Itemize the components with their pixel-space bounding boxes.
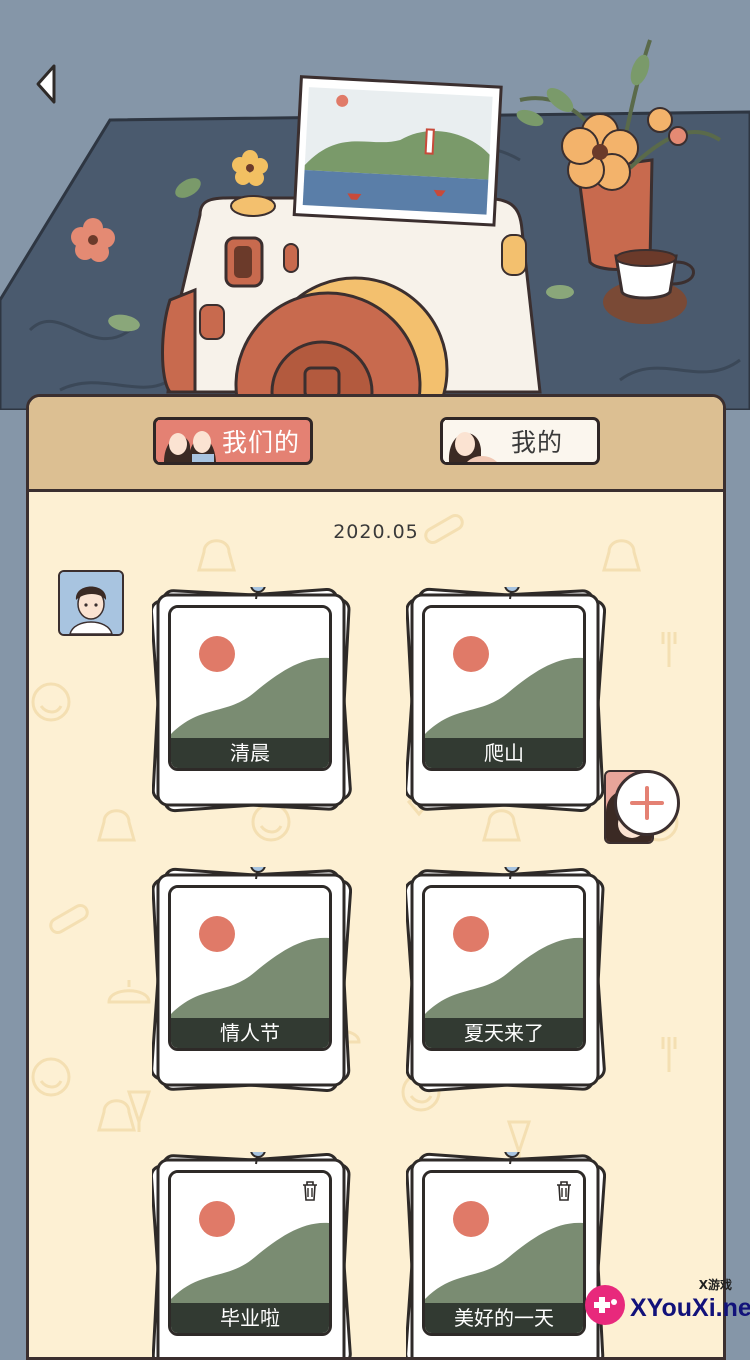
gamepad-logo-icon (585, 1285, 625, 1325)
doodle-background (31, 514, 679, 1162)
photo-card-title: 美好的一天 (425, 1303, 583, 1333)
photo-card[interactable]: 清晨 (152, 587, 352, 817)
tab-ours-label: 我们的 (222, 428, 301, 457)
tab-mine-label: 我的 (511, 428, 564, 457)
album-tab-bar: 我们的 我的 (29, 397, 723, 492)
trash-icon[interactable] (301, 1181, 319, 1201)
photo-thumbnail: 毕业啦 (168, 1170, 332, 1336)
photo-card-title: 情人节 (171, 1018, 329, 1048)
photo-card[interactable]: 美好的一天 (406, 1152, 606, 1357)
photo-card[interactable]: 夏天来了 (406, 867, 606, 1097)
user-avatar[interactable] (58, 570, 124, 636)
photo-thumbnail: 情人节 (168, 885, 332, 1051)
chevron-left-icon (36, 64, 56, 104)
tab-mine[interactable]: 我的 (440, 417, 600, 465)
boy-avatar-icon (60, 572, 122, 634)
add-album-button[interactable] (614, 770, 680, 836)
watermark-text: XYouXi.net (630, 1294, 750, 1322)
plus-icon (630, 786, 664, 820)
back-button[interactable] (28, 60, 68, 108)
site-watermark: X游戏 XYouXi.net (578, 1272, 750, 1334)
couple-avatar-icon (158, 420, 218, 462)
girl-avatar-icon (445, 420, 505, 462)
photo-card-title: 夏天来了 (425, 1018, 583, 1048)
photo-thumbnail: 夏天来了 (422, 885, 586, 1051)
trash-icon[interactable] (555, 1181, 573, 1201)
tab-ours[interactable]: 我们的 (153, 417, 313, 465)
photo-thumbnail: 清晨 (168, 605, 332, 771)
album-panel: 我们的 我的 2020.05 清晨 爬山情人节 夏天来了毕业啦 美好的一天 (26, 394, 726, 1360)
photo-card[interactable]: 毕业啦 (152, 1152, 352, 1357)
pin-icon (250, 867, 266, 873)
photo-card-title: 爬山 (425, 738, 583, 768)
album-date: 2020.05 (333, 521, 419, 543)
pin-icon (250, 587, 266, 593)
photo-card-title: 清晨 (171, 738, 329, 768)
watermark-small: X游戏 (698, 1278, 732, 1292)
desk-scene-illustration (0, 0, 750, 410)
photo-thumbnail: 美好的一天 (422, 1170, 586, 1336)
photo-card[interactable]: 爬山 (406, 587, 606, 817)
photo-card-title: 毕业啦 (171, 1303, 329, 1333)
pin-icon (504, 867, 520, 873)
pin-icon (250, 1152, 266, 1158)
photo-thumbnail: 爬山 (422, 605, 586, 771)
pin-icon (504, 587, 520, 593)
pin-icon (504, 1152, 520, 1158)
photo-card[interactable]: 情人节 (152, 867, 352, 1097)
